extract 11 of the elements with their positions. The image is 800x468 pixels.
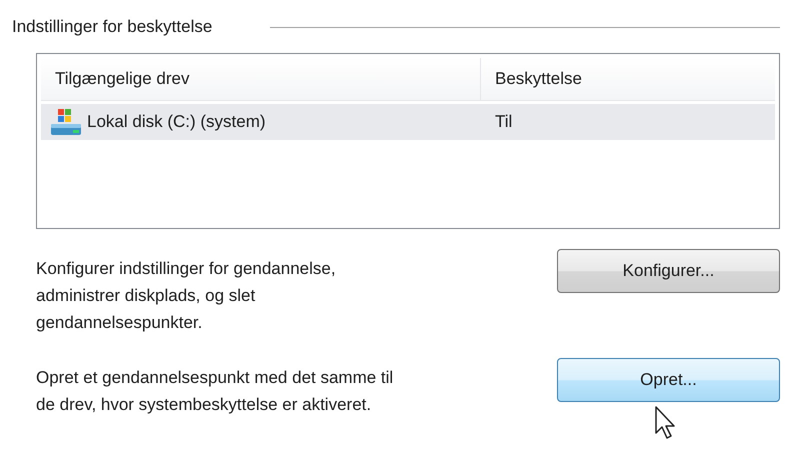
drive-name: Lokal disk (C:) (system) (87, 112, 266, 132)
action-description: Konfigurer indstillinger for gendannelse, administrer diskplads, og slet gendannelsespunkter. (36, 258, 336, 334)
action-button[interactable]: Opret... (557, 358, 780, 402)
drive-row[interactable]: Lokal disk (C:) (system) Til (41, 104, 775, 140)
protection-status: Til (495, 112, 512, 132)
column-header[interactable]: Beskyttelse (481, 58, 775, 100)
column-header[interactable]: Tilgængelige drev (41, 58, 481, 100)
drive-icon (49, 107, 83, 137)
action-description: Opret et gendannelsespunkt med det samme til de drev, hvor systembeskyttelse er aktiveret. (36, 367, 394, 416)
action-button[interactable]: Konfigurer... (557, 249, 780, 293)
group-title: Indstillinger for beskyttelse (12, 17, 212, 37)
